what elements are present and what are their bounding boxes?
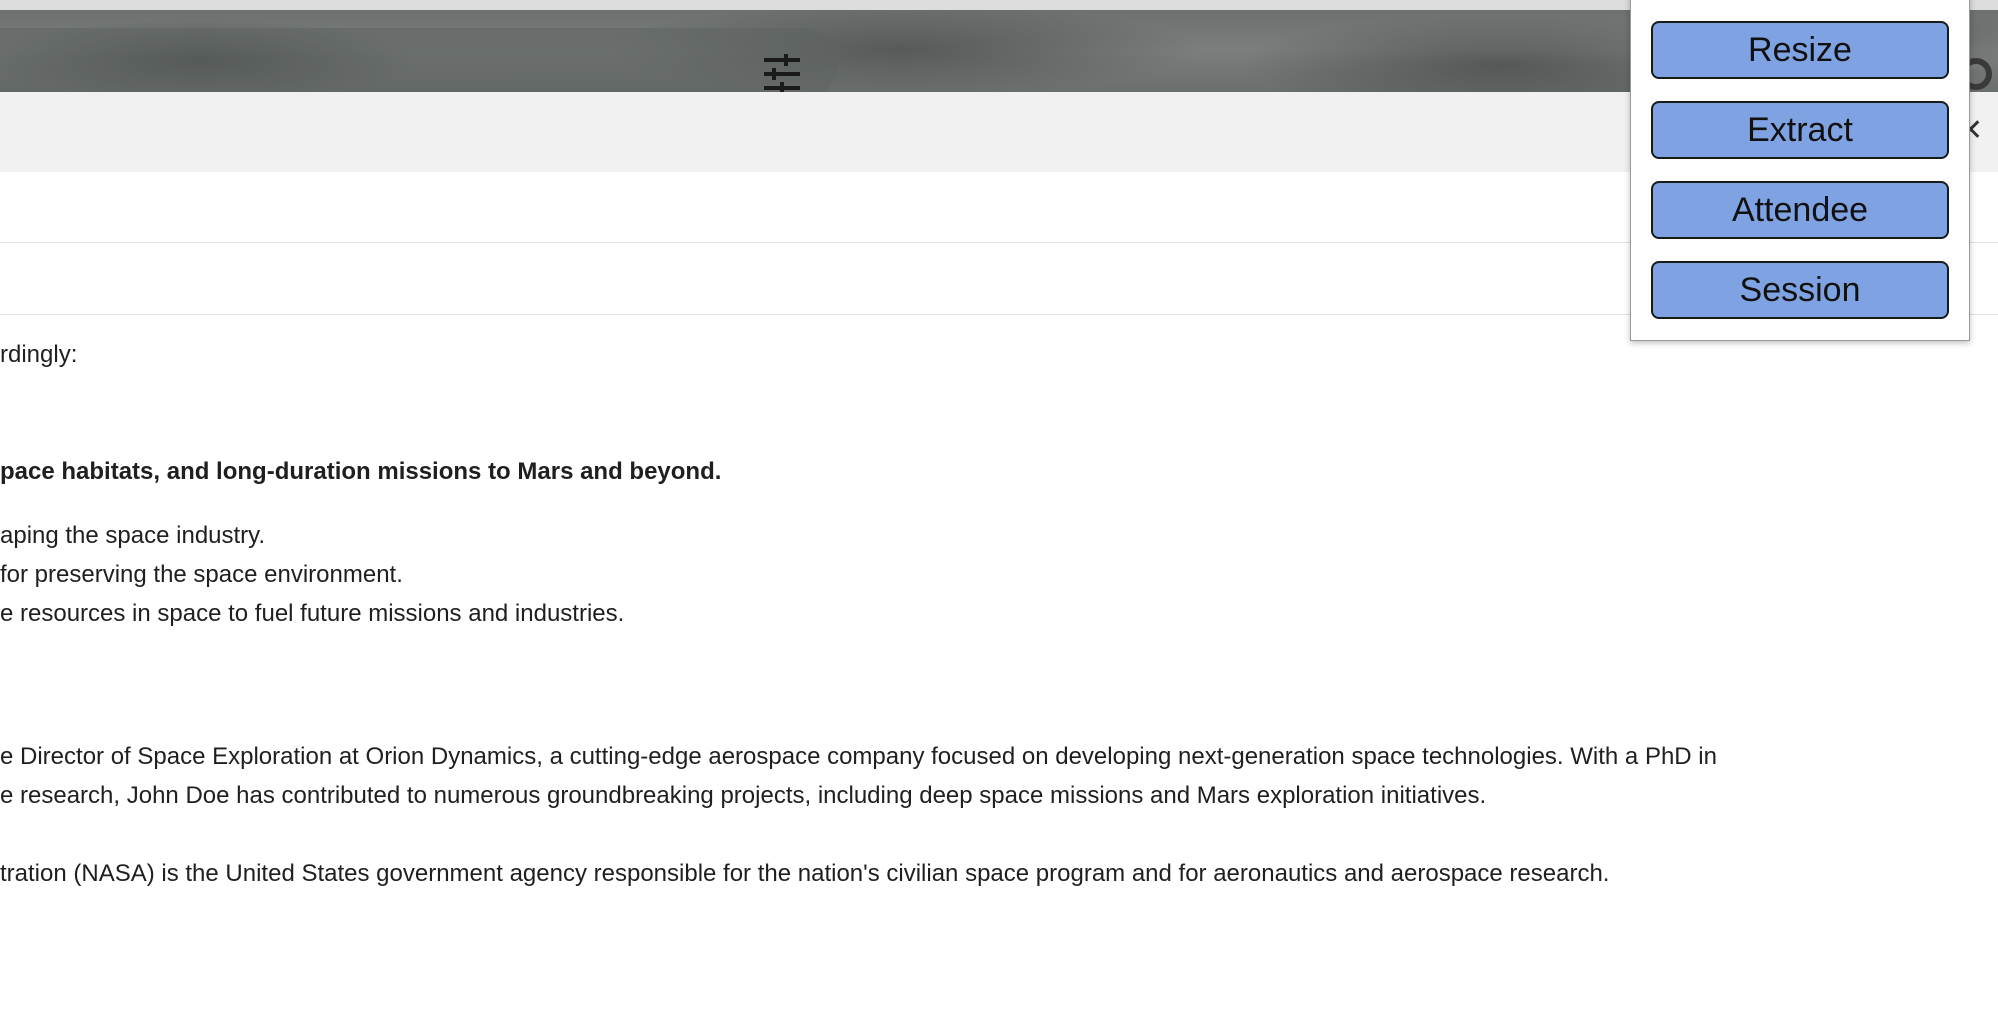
body-text: rdingly: <box>0 341 78 368</box>
resize-button[interactable]: Resize <box>1651 21 1949 79</box>
attendee-button[interactable]: Attendee <box>1651 181 1949 239</box>
body-text: tration (NASA) is the United States gove… <box>0 860 1610 887</box>
body-heading: pace habitats, and long-duration mission… <box>0 458 722 485</box>
list-item: aping the space industry. <box>0 522 266 549</box>
session-button[interactable]: Session <box>1651 261 1949 319</box>
body-text: e Director of Space Exploration at Orion… <box>0 743 1717 770</box>
extract-button[interactable]: Extract <box>1651 101 1949 159</box>
body-text: e research, John Doe has contributed to … <box>0 782 1487 809</box>
popup-menu: Resize Extract Attendee Session <box>1630 0 1970 341</box>
list-item: for preserving the space environment. <box>0 561 403 588</box>
list-item: e resources in space to fuel future miss… <box>0 600 625 627</box>
